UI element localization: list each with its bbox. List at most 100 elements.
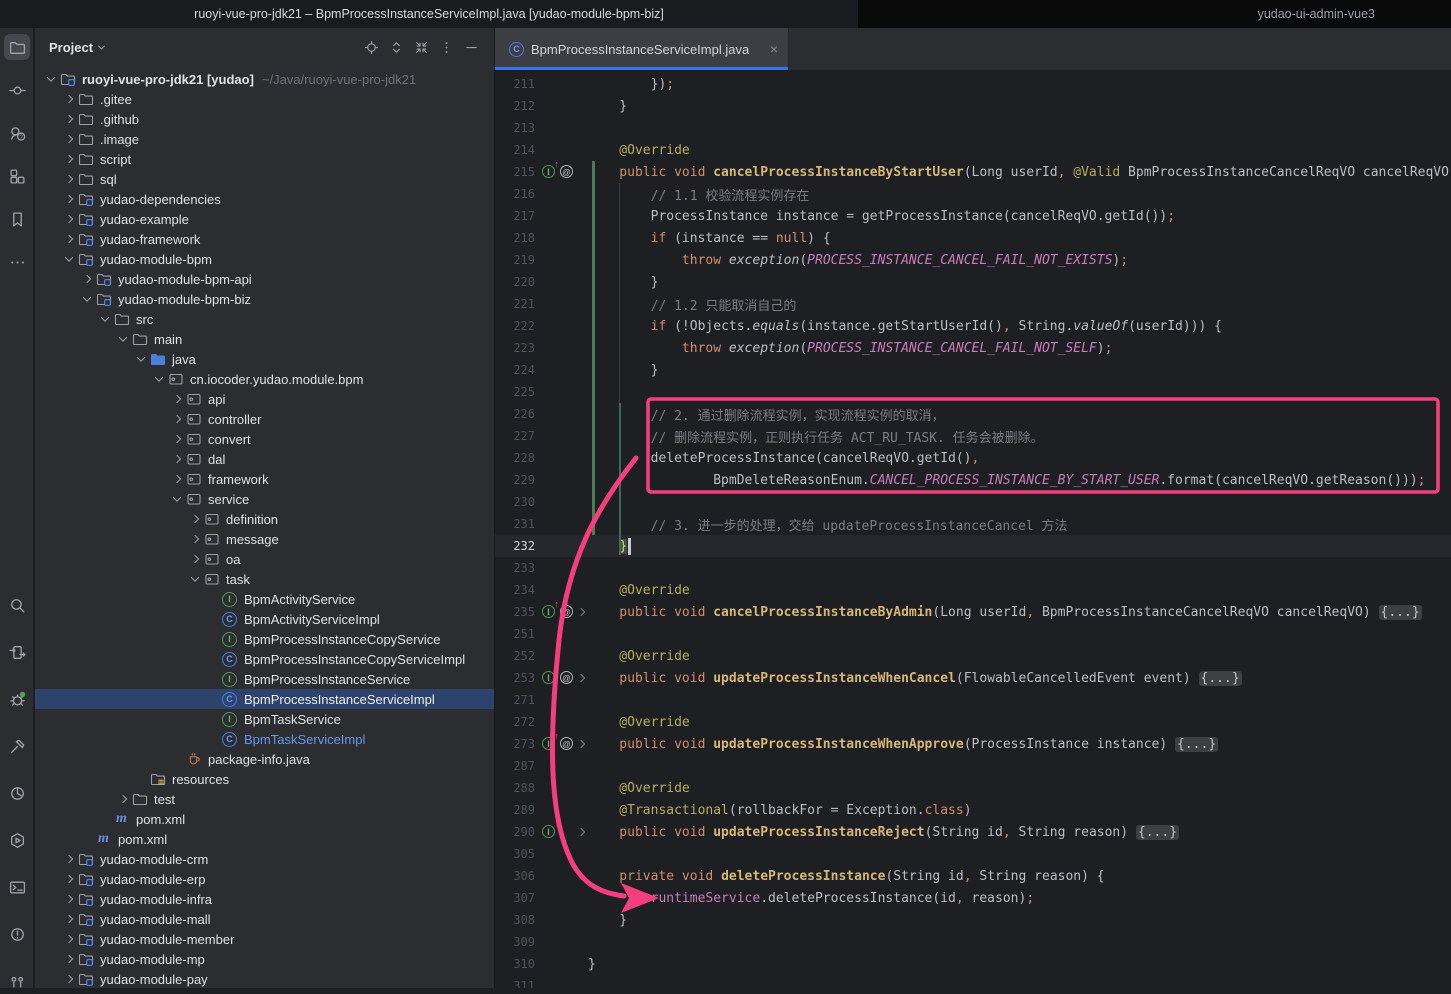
code-line[interactable]: 290I public void updateProcessInstanceRe… — [495, 821, 1451, 843]
run-icon[interactable] — [4, 639, 30, 665]
chevron-right-icon[interactable] — [61, 176, 77, 182]
chevron-right-icon[interactable] — [169, 396, 185, 402]
chevron-right-icon[interactable] — [61, 116, 77, 122]
tree-row[interactable]: oa — [35, 549, 494, 569]
code-line[interactable]: 213 — [495, 117, 1451, 139]
tree-row[interactable]: yudao-module-crm — [35, 849, 494, 869]
more-icon[interactable] — [4, 249, 30, 275]
code-line[interactable]: 215I@ public void cancelProcessInstanceB… — [495, 161, 1451, 183]
chevron-right-icon[interactable] — [79, 276, 95, 282]
fold-arrow-icon[interactable] — [577, 827, 585, 835]
debug-icon[interactable] — [4, 686, 30, 712]
tree-row[interactable]: package-info.java — [35, 749, 494, 769]
code-line[interactable]: 211 }); — [495, 73, 1451, 95]
chevron-right-icon[interactable] — [187, 516, 203, 522]
chevron-down-icon[interactable] — [151, 376, 167, 382]
code-line[interactable]: 217 ProcessInstance instance = getProces… — [495, 205, 1451, 227]
tree-row[interactable]: convert — [35, 429, 494, 449]
fold-arrow-icon[interactable] — [577, 673, 585, 681]
chevron-right-icon[interactable] — [61, 916, 77, 922]
code-line[interactable]: 273I@ public void updateProcessInstanceW… — [495, 733, 1451, 755]
code-line[interactable]: 219 throw exception(PROCESS_INSTANCE_CAN… — [495, 249, 1451, 271]
chevron-right-icon[interactable] — [187, 536, 203, 542]
code-line[interactable]: 223 throw exception(PROCESS_INSTANCE_CAN… — [495, 337, 1451, 359]
chevron-right-icon[interactable] — [169, 416, 185, 422]
tree-row[interactable]: yudao-module-bpm-biz — [35, 289, 494, 309]
tree-row[interactable]: yudao-framework — [35, 229, 494, 249]
fold-arrow-icon[interactable] — [577, 739, 585, 747]
hide-panel-icon[interactable] — [460, 36, 482, 58]
profiler-icon[interactable] — [4, 780, 30, 806]
tree-row[interactable]: yudao-module-bpm — [35, 249, 494, 269]
code-line[interactable]: 272 @Override — [495, 711, 1451, 733]
code-line[interactable]: 230 — [495, 491, 1451, 513]
code-line[interactable]: 226 // 2. 通过删除流程实例，实现流程实例的取消， — [495, 403, 1451, 425]
project-tree[interactable]: ruoyi-vue-pro-jdk21 [yudao]~/Java/ruoyi-… — [35, 66, 494, 988]
tree-row[interactable]: .image — [35, 129, 494, 149]
tree-row[interactable]: yudao-example — [35, 209, 494, 229]
project-panel-title[interactable]: Project — [49, 40, 93, 55]
chevron-down-icon[interactable] — [187, 576, 203, 582]
code-line[interactable]: 225 — [495, 381, 1451, 403]
services-icon[interactable] — [4, 827, 30, 853]
tree-row[interactable]: message — [35, 529, 494, 549]
code-line[interactable]: 221 // 1.2 只能取消自己的 — [495, 293, 1451, 315]
tree-row[interactable]: IBpmActivityService — [35, 589, 494, 609]
window-title-right[interactable]: yudao-ui-admin-vue3 — [858, 0, 1451, 28]
chevron-right-icon[interactable] — [61, 156, 77, 162]
implements-method-icon[interactable]: I — [542, 605, 555, 618]
annotation-gutter-icon[interactable]: @ — [560, 605, 573, 618]
problems-icon[interactable] — [4, 921, 30, 947]
code-line[interactable]: 306 private void deleteProcessInstance(S… — [495, 865, 1451, 887]
code-line[interactable]: 252 @Override — [495, 645, 1451, 667]
tree-row[interactable]: service — [35, 489, 494, 509]
collapse-all-icon[interactable] — [410, 36, 432, 58]
expand-icon[interactable] — [385, 36, 407, 58]
tree-row[interactable]: IBpmProcessInstanceService — [35, 669, 494, 689]
code-line[interactable]: 311 — [495, 975, 1451, 988]
chevron-right-icon[interactable] — [187, 556, 203, 562]
code-line[interactable]: 233 — [495, 557, 1451, 579]
chevron-right-icon[interactable] — [169, 476, 185, 482]
implements-method-icon[interactable]: I — [542, 165, 555, 178]
code-line[interactable]: 235I@ public void cancelProcessInstanceB… — [495, 601, 1451, 623]
tree-row[interactable]: task — [35, 569, 494, 589]
commit-icon[interactable] — [4, 77, 30, 103]
code-line[interactable]: 307 runtimeService.deleteProcessInstance… — [495, 887, 1451, 909]
chevron-right-icon[interactable] — [61, 936, 77, 942]
tree-row[interactable]: resources — [35, 769, 494, 789]
chevron-right-icon[interactable] — [61, 96, 77, 102]
tree-row[interactable]: mpom.xml — [35, 829, 494, 849]
implements-method-icon[interactable]: I — [542, 671, 555, 684]
chevron-down-icon[interactable] — [79, 296, 95, 302]
chevron-down-icon[interactable] — [115, 336, 131, 342]
code-line[interactable]: 305 — [495, 843, 1451, 865]
tree-row[interactable]: yudao-module-mall — [35, 909, 494, 929]
tree-row[interactable]: controller — [35, 409, 494, 429]
code-line[interactable]: 220 } — [495, 271, 1451, 293]
tree-row[interactable]: yudao-module-member — [35, 929, 494, 949]
tree-row[interactable]: yudao-dependencies — [35, 189, 494, 209]
tree-row[interactable]: framework — [35, 469, 494, 489]
project-icon[interactable] — [4, 34, 30, 60]
code-line[interactable]: 231 // 3. 进一步的处理，交给 updateProcessInstanc… — [495, 513, 1451, 535]
tree-row[interactable]: dal — [35, 449, 494, 469]
tree-row[interactable]: main — [35, 329, 494, 349]
tab-bpmprocessinstanceserviceimpl[interactable]: C BpmProcessInstanceServiceImpl.java × — [495, 28, 789, 70]
code-line[interactable]: 251 — [495, 623, 1451, 645]
tree-row[interactable]: yudao-module-pay — [35, 969, 494, 988]
tree-row[interactable]: IBpmTaskService — [35, 709, 494, 729]
tree-row[interactable]: IBpmProcessInstanceCopyService — [35, 629, 494, 649]
tree-row[interactable]: yudao-module-infra — [35, 889, 494, 909]
tree-row[interactable]: CBpmProcessInstanceCopyServiceImpl — [35, 649, 494, 669]
code-line[interactable]: 271 — [495, 689, 1451, 711]
bookmarks-icon[interactable] — [4, 206, 30, 232]
annotation-gutter-icon[interactable]: @ — [560, 165, 573, 178]
code-line[interactable]: 234 @Override — [495, 579, 1451, 601]
chevron-right-icon[interactable] — [61, 136, 77, 142]
code-line[interactable]: 287 — [495, 755, 1451, 777]
code-line[interactable]: 309 — [495, 931, 1451, 953]
annotation-gutter-icon[interactable]: @ — [560, 671, 573, 684]
code-line[interactable]: 214 @Override — [495, 139, 1451, 161]
code-line[interactable]: 308 } — [495, 909, 1451, 931]
